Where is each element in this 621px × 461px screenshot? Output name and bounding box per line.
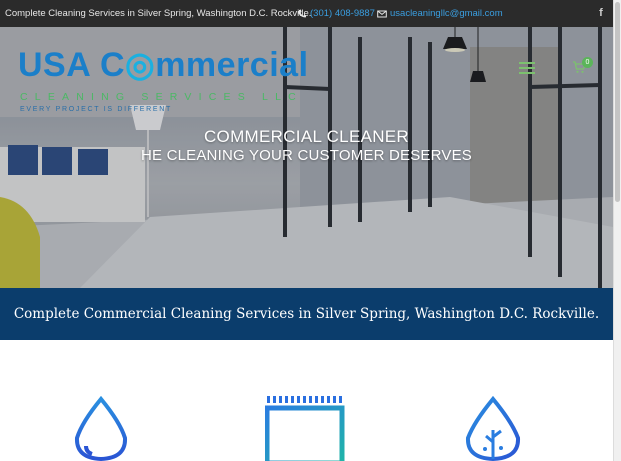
phone-contact[interactable]: (301) 408-9887: [297, 8, 375, 19]
logo[interactable]: USA C◎mmercial CLEANING SERVICES LLC EVE…: [18, 45, 308, 120]
email-link[interactable]: usacleaningllc@gmail.com: [390, 8, 503, 19]
building-icon: [265, 396, 345, 461]
facebook-icon[interactable]: f: [596, 6, 606, 20]
water-drop-icon: [74, 396, 128, 461]
top-bar: Complete Cleaning Services in Silver Spr…: [0, 0, 613, 27]
scrollbar-thumb[interactable]: [615, 2, 620, 202]
hero-title: COMMERCIAL CLEANER: [203, 127, 410, 146]
features-row: [0, 340, 613, 461]
logo-line1-b: mmercial: [155, 46, 309, 84]
hero-section: USA C◎mmercial CLEANING SERVICES LLC EVE…: [0, 27, 613, 288]
logo-line1-a: USA C: [18, 46, 126, 84]
hero-subtitle: HE CLEANING YOUR CUSTOMER DESERVES: [140, 147, 473, 164]
tagline-band: Complete Commercial Cleaning Services in…: [0, 288, 613, 340]
logo-tagline: EVERY PROJECT IS DIFFERENT: [20, 106, 172, 113]
cart-count-badge: 0: [582, 57, 593, 68]
scrollbar[interactable]: [613, 0, 621, 461]
email-contact[interactable]: usacleaningllc@gmail.com: [377, 8, 503, 19]
envelope-icon: [377, 10, 387, 17]
band-text: Complete Commercial Cleaning Services in…: [13, 306, 600, 322]
page: Complete Cleaning Services in Silver Spr…: [0, 0, 621, 461]
logo-line1: USA C◎mmercial: [18, 45, 309, 85]
logo-line2: CLEANING SERVICES LLC: [20, 91, 303, 103]
phone-link[interactable]: (301) 408-9887: [310, 8, 375, 19]
plant-drop-icon: [465, 396, 521, 461]
hamburger-icon[interactable]: [519, 62, 535, 74]
logo-building-icon: ◎: [125, 46, 156, 84]
top-tagline: Complete Cleaning Services in Silver Spr…: [5, 8, 312, 19]
phone-icon: [298, 9, 306, 17]
